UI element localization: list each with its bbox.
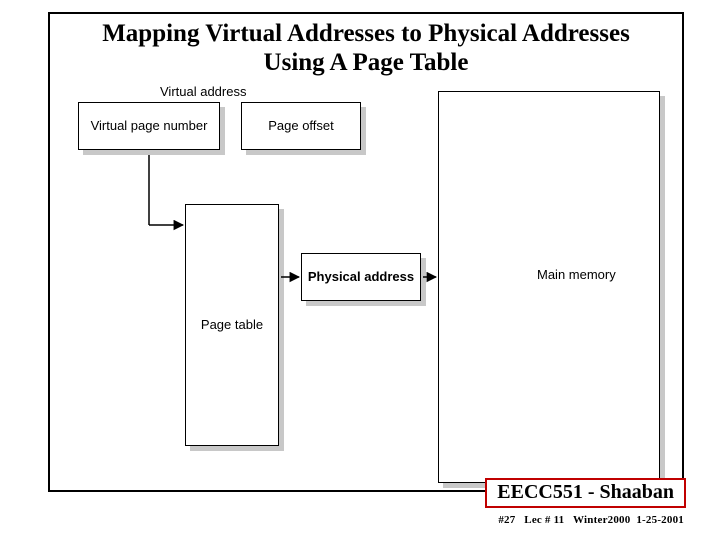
slide-number: #27 bbox=[498, 514, 515, 526]
physical-address-text: Physical address bbox=[308, 269, 414, 285]
course-badge: EECC551 - Shaaban bbox=[485, 478, 686, 508]
virtual-address-label: Virtual address bbox=[160, 84, 246, 99]
page-table-box: Page table bbox=[185, 204, 279, 446]
lecture-number: Lec # 11 bbox=[524, 514, 564, 526]
slide-title: Mapping Virtual Addresses to Physical Ad… bbox=[50, 14, 682, 78]
virtual-page-number-box: Virtual page number bbox=[78, 102, 220, 150]
main-memory-text: Main memory bbox=[537, 267, 616, 282]
page-offset-text: Page offset bbox=[241, 102, 361, 150]
page-table-text: Page table bbox=[201, 317, 263, 333]
physical-address-box: Physical address bbox=[301, 253, 421, 301]
footer-meta: #27 Lec # 11 Winter2000 1-25-2001 bbox=[498, 514, 684, 526]
virtual-page-number-text: Virtual page number bbox=[78, 102, 220, 150]
main-memory-box: Main memory bbox=[438, 91, 660, 483]
date: 1-25-2001 bbox=[636, 514, 684, 526]
diagram-area: Virtual address Virtual page number Page… bbox=[50, 84, 682, 484]
slide-frame: Mapping Virtual Addresses to Physical Ad… bbox=[48, 12, 684, 492]
page-offset-box: Page offset bbox=[241, 102, 361, 150]
term: Winter2000 bbox=[573, 514, 630, 526]
